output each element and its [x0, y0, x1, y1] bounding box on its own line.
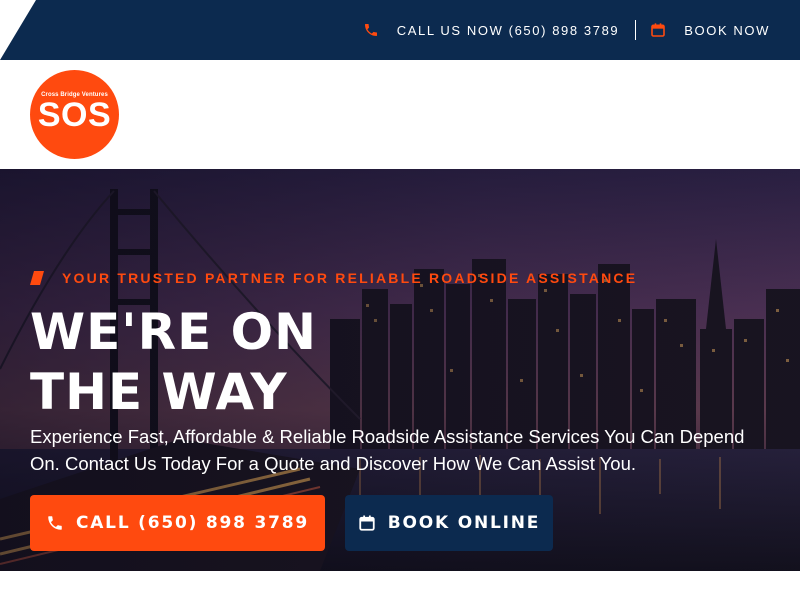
hero-section: YOUR TRUSTED PARTNER FOR RELIABLE ROADSI…: [0, 169, 800, 571]
calendar-icon: [359, 515, 375, 531]
hero-title: WE'RE ON THE WAY: [30, 302, 430, 422]
top-bar: CALL US NOW (650) 898 3789 BOOK NOW: [0, 0, 800, 60]
book-now-link[interactable]: BOOK NOW: [650, 22, 770, 38]
page-content-start: [0, 571, 800, 600]
call-button[interactable]: CALL (650) 898 3789: [30, 495, 325, 551]
book-now-label: BOOK NOW: [684, 22, 770, 38]
call-button-label: CALL (650) 898 3789: [75, 513, 310, 533]
hero-title-line1: WE'RE ON: [30, 303, 318, 361]
call-us-now-label: CALL US NOW (650) 898 3789: [396, 22, 620, 38]
call-us-now-link[interactable]: CALL US NOW (650) 898 3789: [363, 22, 619, 38]
hero-description: Experience Fast, Affordable & Reliable R…: [30, 426, 745, 474]
logo-title: SOS: [37, 95, 112, 134]
top-bar-contact: CALL US NOW (650) 898 3789 BOOK NOW: [363, 0, 770, 60]
book-online-label: BOOK ONLINE: [387, 513, 541, 533]
phone-icon: [48, 516, 62, 530]
site-header: Cross Bridge Ventures SOS: [0, 60, 800, 169]
book-online-button[interactable]: BOOK ONLINE: [345, 495, 553, 551]
slash-mark-icon: [30, 271, 44, 285]
hero-eyebrow-text: YOUR TRUSTED PARTNER FOR RELIABLE ROADSI…: [62, 270, 638, 286]
hero-eyebrow: YOUR TRUSTED PARTNER FOR RELIABLE ROADSI…: [30, 270, 637, 286]
top-bar-divider: [635, 20, 637, 40]
phone-icon: [364, 24, 377, 36]
calendar-icon: [651, 23, 666, 37]
hero-title-line2: THE WAY: [30, 363, 288, 421]
sos-logo[interactable]: Cross Bridge Ventures SOS: [30, 70, 119, 159]
